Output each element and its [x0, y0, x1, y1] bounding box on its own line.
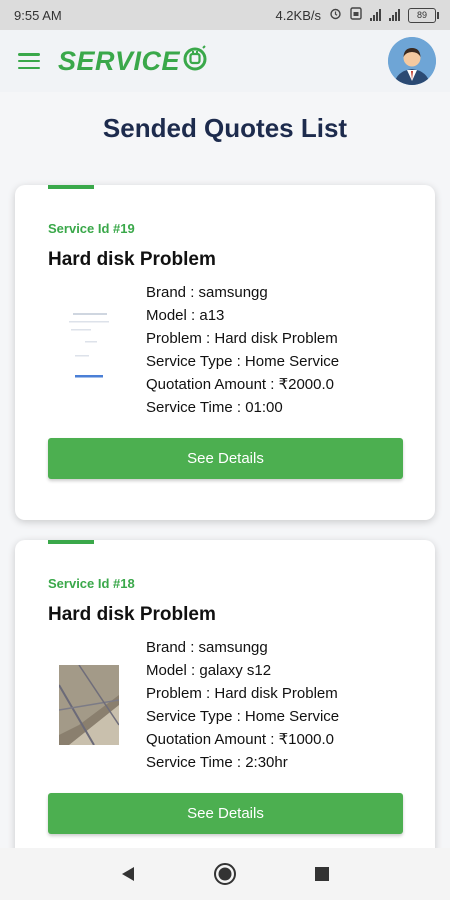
quote-thumbnail — [59, 303, 119, 383]
problem-text: Problem : Hard disk Problem — [146, 330, 338, 347]
brand-logo: SERVICE — [58, 44, 208, 78]
brand-name: SERVICE — [58, 45, 181, 76]
signal-icon-1 — [370, 9, 381, 21]
quote-card: Service Id #19 Hard disk Problem Brand :… — [15, 185, 435, 520]
plug-icon — [182, 44, 208, 78]
card-title: Hard disk Problem — [48, 249, 216, 270]
avatar[interactable] — [388, 37, 436, 85]
sim-icon — [350, 7, 362, 23]
page-title: Sended Quotes List — [102, 113, 348, 143]
problem-text: Problem : Hard disk Problem — [146, 685, 338, 702]
status-time: 9:55 AM — [14, 7, 62, 23]
battery-icon: 89 — [408, 7, 439, 23]
hamburger-menu-icon[interactable] — [18, 53, 40, 69]
back-triangle-icon[interactable] — [113, 859, 143, 889]
service-id: Service Id #19 — [48, 221, 135, 236]
home-circle-icon[interactable] — [210, 859, 240, 889]
system-nav-bar — [0, 848, 450, 900]
signal-icon-2 — [389, 9, 400, 21]
quote-card: Service Id #18 Hard disk Problem Brand :… — [15, 540, 435, 870]
model-text: Model : a13 — [146, 307, 225, 324]
service-time-text: Service Time : 2:30hr — [146, 754, 288, 771]
status-bar: 9:55 AM 4.2KB/s 89 — [0, 0, 450, 30]
card-accent-bar — [48, 540, 94, 544]
quote-thumbnail — [59, 665, 119, 745]
quotation-amount-text: Quotation Amount : ₹1000.0 — [146, 731, 335, 748]
brand-text: Brand : samsungg — [146, 639, 268, 656]
alarm-icon — [329, 7, 342, 23]
quote-details: Brand : samsungg Model : galaxy s12 Prob… — [146, 636, 339, 774]
service-type-text: Service Type : Home Service — [146, 353, 340, 370]
service-time-text: Service Time : 01:00 — [146, 399, 283, 416]
network-speed: 4.2KB/s — [275, 7, 321, 23]
service-type-text: Service Type : Home Service — [146, 708, 340, 725]
model-text: Model : galaxy s12 — [146, 662, 272, 679]
app-bar: SERVICE — [0, 30, 450, 92]
brand-text: Brand : samsungg — [146, 284, 268, 301]
quote-details: Brand : samsungg Model : a13 Problem : H… — [146, 281, 339, 419]
card-title: Hard disk Problem — [48, 604, 216, 625]
quotation-amount-text: Quotation Amount : ₹2000.0 — [146, 376, 335, 393]
card-accent-bar — [48, 185, 94, 189]
see-details-button[interactable]: See Details — [48, 793, 403, 834]
screen: 9:55 AM 4.2KB/s 89 SERVICE Sended Quotes… — [0, 0, 450, 900]
service-id: Service Id #18 — [48, 576, 135, 591]
see-details-button[interactable]: See Details — [48, 438, 403, 479]
recents-square-icon[interactable] — [307, 859, 337, 889]
status-icons: 4.2KB/s 89 — [275, 7, 439, 23]
